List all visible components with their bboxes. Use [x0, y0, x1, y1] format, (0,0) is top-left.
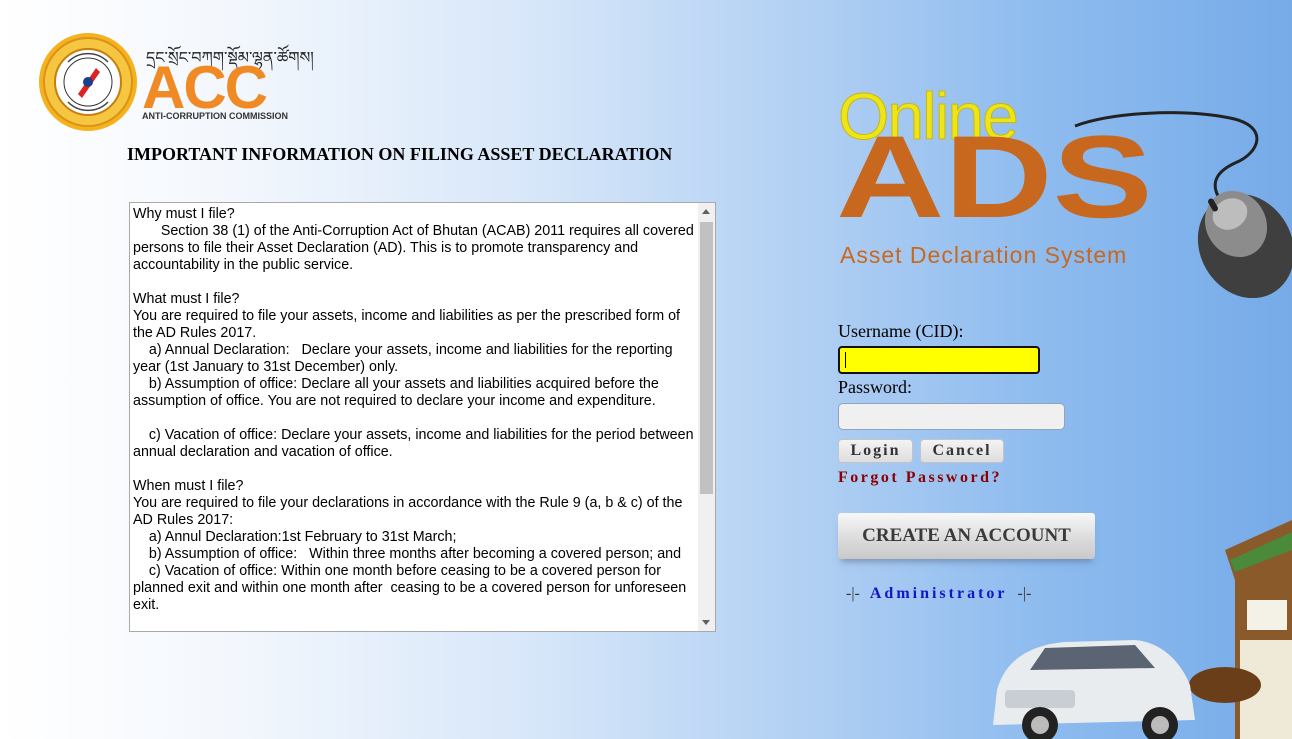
forgot-password-link[interactable]: Forgot Password? [838, 469, 1002, 487]
info-text: Why must I file? Section 38 (1) of the A… [133, 206, 694, 613]
textarea-scrollbar[interactable] [698, 203, 715, 631]
acc-logo: དྲང་སྲོང་བཀག་སྡོམ་ལྷན་ཚོགས། ACC ANTI-COR… [38, 32, 314, 132]
info-textarea[interactable]: Why must I file? Section 38 (1) of the A… [129, 202, 716, 632]
scroll-thumb[interactable] [700, 222, 713, 494]
info-title: IMPORTANT INFORMATION ON FILING ASSET DE… [127, 144, 673, 164]
username-label: Username (CID): [838, 321, 964, 341]
org-full-name: ANTI-CORRUPTION COMMISSION [142, 111, 288, 121]
password-input[interactable] [838, 403, 1065, 430]
acc-wordmark: ACC [142, 54, 268, 121]
scroll-down-icon[interactable] [702, 620, 710, 625]
login-button[interactable]: Login [838, 439, 913, 463]
password-label: Password: [838, 377, 913, 397]
cancel-button[interactable]: Cancel [920, 439, 1004, 463]
admin-prefix: -|- [846, 585, 860, 602]
car-and-building-illustration [993, 520, 1292, 739]
text-caret [845, 352, 846, 368]
scroll-up-icon[interactable] [702, 209, 710, 214]
username-input[interactable] [838, 346, 1040, 374]
acc-emblem-icon [39, 33, 137, 131]
computer-mouse-icon [1074, 111, 1292, 298]
